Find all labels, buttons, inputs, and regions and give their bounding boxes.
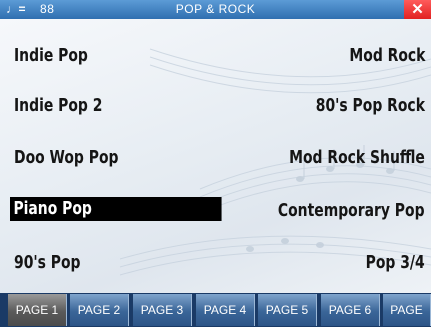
category-title: POP & ROCK: [175, 2, 256, 16]
style-item-90s-pop[interactable]: 90's Pop: [14, 251, 81, 275]
close-button[interactable]: ✕: [404, 0, 431, 19]
style-item-80s-pop-rock[interactable]: 80's Pop Rock: [316, 94, 425, 118]
tab-page-7[interactable]: PAGE: [382, 294, 431, 326]
style-item-pop-3-4[interactable]: Pop 3/4: [366, 251, 425, 275]
tab-page-1[interactable]: PAGE 1: [7, 294, 67, 326]
tab-page-3[interactable]: PAGE 3: [132, 294, 192, 326]
close-icon: ✕: [411, 1, 424, 18]
style-item-mod-rock[interactable]: Mod Rock: [349, 44, 425, 68]
style-item-doo-wop-pop[interactable]: Doo Wop Pop: [14, 146, 118, 170]
style-item-indie-pop-2[interactable]: Indie Pop 2: [14, 94, 102, 118]
tab-page-5[interactable]: PAGE 5: [257, 294, 317, 326]
tab-page-2[interactable]: PAGE 2: [69, 294, 129, 326]
style-item-indie-pop[interactable]: Indie Pop: [14, 44, 88, 68]
tab-page-6[interactable]: PAGE 6: [320, 294, 380, 326]
tab-page-4[interactable]: PAGE 4: [195, 294, 255, 326]
style-item-piano-pop-selected[interactable]: Piano Pop: [10, 197, 222, 221]
style-item-contemporary-pop[interactable]: Contemporary Pop: [278, 199, 425, 223]
page-tab-bar: PAGE 1 PAGE 2 PAGE 3 PAGE 4 PAGE 5 PAGE …: [0, 293, 431, 327]
title-bar: ♩= 88 POP & ROCK ✕: [0, 0, 431, 19]
style-item-mod-rock-shuffle[interactable]: Mod Rock Shuffle: [289, 146, 425, 170]
style-select-screen: ♩= 88 POP & ROCK ✕ Indie Pop Indie Pop 2 …: [0, 0, 431, 327]
